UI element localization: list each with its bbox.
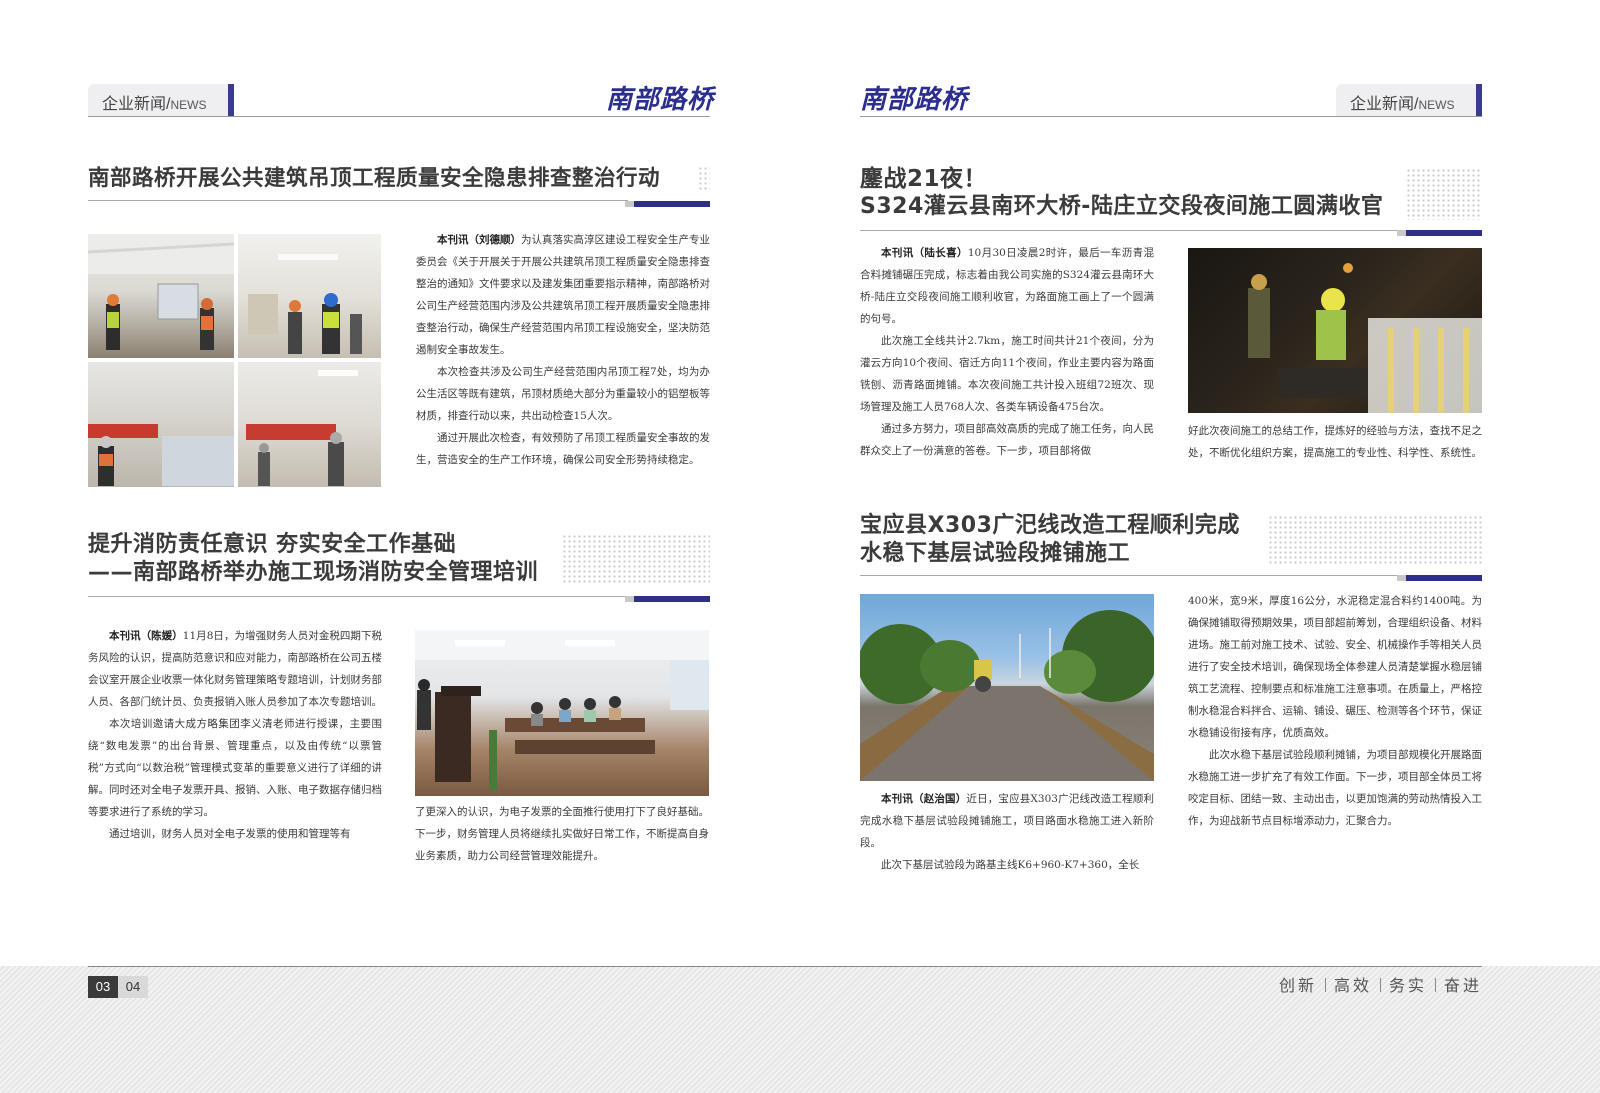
road-paving-photo: [860, 594, 1154, 781]
title-accent-blue: [634, 201, 710, 207]
article-body-continued: 400米，宽9米，厚度16公分，水泥稳定混合料约1400吨。为确保摊铺取得预期效…: [1188, 590, 1482, 832]
section-tab-left: 企业新闻/NEWS: [88, 84, 234, 116]
article-paragraph: 通过培训，财务人员对全电子发票的使用和管理等有: [109, 828, 351, 840]
article-title-line1: 宝应县X303广汜线改造工程顺利完成: [860, 513, 1240, 538]
article-paragraph: 了更深入的认识，为电子发票的全面推行使用打下了良好基础。下一步，财务管理人员将继…: [415, 806, 709, 862]
slogan-word: 务实: [1388, 976, 1427, 995]
article-paragraph: 本次检查共涉及公司生产经营范围内吊顶工程7处，均为办公生活区等既有建筑，吊顶材质…: [416, 366, 710, 422]
article-title-line2: ——南部路桥举办施工现场消防安全管理培训: [88, 560, 539, 585]
article-body: 本刊讯（陆长喜）10月30日凌晨2时许，最后一车沥青混合料摊铺碾压完成，标志着由…: [860, 242, 1154, 462]
inspection-photo-2: [238, 234, 381, 358]
section-tab-en: NEWS: [170, 98, 207, 112]
article-paragraph: 400米，宽9米，厚度16公分，水泥稳定混合料约1400吨。为确保摊铺取得预期效…: [1188, 595, 1482, 739]
article-title: 南部路桥开展公共建筑吊顶工程质量安全隐患排查整治行动: [88, 166, 661, 191]
title-dot-pattern: [698, 166, 710, 190]
article-byline: 本刊讯（陈媛）: [109, 630, 183, 642]
photo-illustration: [1248, 263, 1482, 413]
section-tab-en: NEWS: [1418, 98, 1455, 112]
page-number-left: 03: [88, 976, 118, 998]
footer-rule: [88, 966, 1482, 967]
article-body: 本刊讯（陈媛）11月8日，为增强财务人员对金税四期下税务风险的认识，提高防范意识…: [88, 625, 382, 845]
section-tab-cn: 企业新闻: [1350, 96, 1415, 113]
article-paragraph: 好此次夜间施工的总结工作，提炼好的经验与方法，查找不足之处，不断优化组织方案，提…: [1188, 425, 1482, 459]
article-paragraph: 此次水稳下基层试验段顺利摊铺，为项目部规模化开展路面水稳施工进一步扩充了有效工作…: [1188, 749, 1482, 827]
photo-illustration: [248, 254, 362, 354]
footer-slogan: 创新 高效 务实 奋进: [1279, 972, 1482, 996]
inspection-photo-4: [238, 362, 381, 487]
article-title-line1: 提升消防责任意识 夯实安全工作基础: [88, 532, 457, 557]
photo-illustration: [415, 630, 709, 790]
article-title-line1: 鏖战21夜！: [860, 166, 988, 192]
title-underline: [860, 575, 1400, 576]
article-title-line2: S324灌云县南环大桥-陆庄立交段夜间施工圆满收官: [860, 194, 1384, 219]
article-byline: 本刊讯（陆长喜）: [881, 247, 968, 259]
inspection-photo-3: [88, 362, 234, 487]
article-body: 本刊讯（赵治国）近日，宝应县X303广汜线改造工程顺利完成水稳下基层试验段摊铺施…: [860, 788, 1154, 876]
title-accent-blue: [634, 596, 710, 602]
title-dot-pattern: [562, 534, 710, 584]
title-accent-blue: [1406, 230, 1482, 236]
photo-illustration: [88, 234, 234, 350]
slogan-word: 创新: [1278, 976, 1317, 995]
article-body-continued: 好此次夜间施工的总结工作，提炼好的经验与方法，查找不足之处，不断优化组织方案，提…: [1188, 420, 1482, 464]
title-underline: [88, 200, 628, 201]
article-paragraph: 此次下基层试验段为路基主线K6+960-K7+360，全长: [881, 859, 1140, 871]
slogan-word: 奋进: [1443, 976, 1482, 995]
title-underline: [88, 596, 628, 597]
article-paragraph: 本次培训邀请大成方略集团李义清老师进行授课，主要围绕“数电发票”的出台背景、管理…: [88, 718, 382, 818]
header-rule-left: [88, 116, 710, 117]
photo-illustration: [860, 610, 1154, 781]
article-byline: 本刊讯（赵治国）: [881, 793, 967, 805]
article-byline: 本刊讯（刘德顺）: [437, 234, 521, 246]
photo-illustration: [88, 424, 234, 486]
inspection-photo-1: [88, 234, 234, 358]
title-underline: [860, 230, 1400, 231]
title-accent-blue: [1406, 575, 1482, 581]
article-paragraph: 通过多方努力，项目部高效高质的完成了施工任务，向人民群众交上了一份满意的答卷。下…: [860, 423, 1154, 457]
article-body: 本刊讯（刘德顺）为认真落实高淳区建设工程安全生产专业委员会《关于开展关于开展公共…: [416, 229, 710, 471]
article-paragraph: 通过开展此次检查，有效预防了吊顶工程质量安全事故的发生，营造安全的生产工作环境，…: [416, 432, 710, 466]
photo-illustration: [246, 370, 358, 486]
brand-logo-left: 南部路桥: [606, 85, 715, 115]
night-construction-photo: [1188, 248, 1482, 413]
article-paragraph: 此次施工全线共计2.7km，施工时间共计21个夜间，分为灌云方向10个夜间、宿迁…: [860, 335, 1154, 413]
article-title-line2: 水稳下基层试验段摊铺施工: [860, 541, 1131, 566]
training-photo: [415, 630, 709, 796]
page-number-right: 04: [118, 976, 148, 998]
title-dot-pattern: [1406, 168, 1482, 220]
brand-logo-right: 南部路桥: [860, 85, 969, 115]
section-tab-right: 企业新闻/NEWS: [1336, 84, 1482, 116]
article-body-continued: 了更深入的认识，为电子发票的全面推行使用打下了良好基础。下一步，财务管理人员将继…: [415, 801, 709, 867]
header-rule-right: [860, 116, 1482, 117]
slogan-word: 高效: [1333, 976, 1372, 995]
section-tab-cn: 企业新闻: [102, 96, 167, 113]
title-dot-pattern: [1268, 515, 1482, 565]
